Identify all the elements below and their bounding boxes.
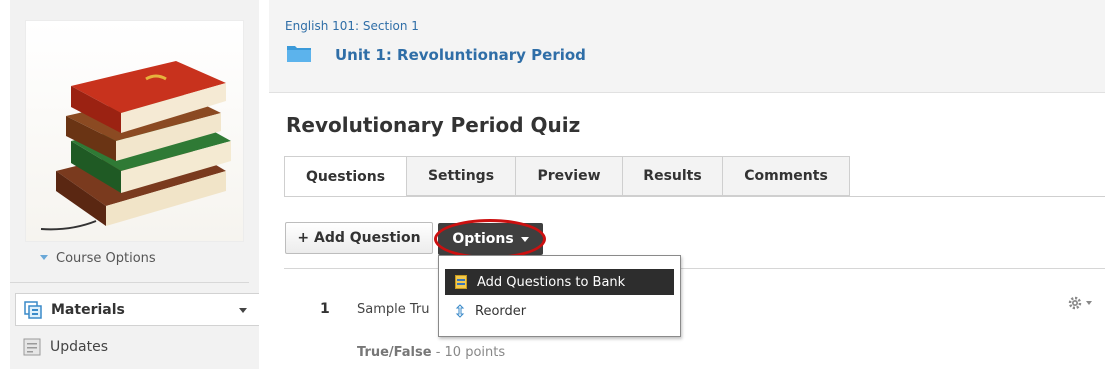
breadcrumb-course-link[interactable]: English 101: Section 1: [285, 19, 419, 33]
options-button[interactable]: Options: [438, 223, 543, 255]
tab-comments[interactable]: Comments: [723, 156, 850, 196]
question-actions-button[interactable]: [1067, 293, 1101, 313]
course-options-label: Course Options: [56, 251, 156, 266]
tab-bar: Questions Settings Preview Results Comme…: [284, 156, 850, 197]
tab-settings[interactable]: Settings: [407, 156, 516, 196]
list-divider: [284, 268, 1105, 269]
add-question-button[interactable]: + Add Question: [285, 222, 433, 254]
sidebar-item-label: Materials: [51, 301, 125, 318]
question-type: True/False: [357, 345, 432, 360]
question-title[interactable]: Sample Tru: [357, 302, 430, 317]
sidebar-item-materials[interactable]: Materials: [15, 293, 259, 326]
menu-item-label: Reorder: [475, 303, 527, 319]
course-options-link[interactable]: Course Options: [40, 251, 156, 266]
updates-icon: [23, 338, 41, 356]
question-points: - 10 points: [431, 345, 506, 360]
tab-preview[interactable]: Preview: [516, 156, 623, 196]
chevron-down-icon[interactable]: [239, 308, 247, 313]
options-button-label: Options: [452, 231, 514, 247]
page-title: Revolutionary Period Quiz: [286, 113, 581, 137]
reorder-icon: [455, 304, 465, 318]
tab-questions[interactable]: Questions: [284, 156, 407, 197]
menu-item-add-questions-to-bank[interactable]: Add Questions to Bank: [445, 269, 674, 295]
sidebar-item-label: Updates: [50, 339, 108, 355]
bank-icon: [455, 275, 467, 289]
sidebar-divider: [10, 282, 249, 283]
materials-icon: [24, 300, 42, 319]
chevron-down-icon: [1086, 301, 1092, 305]
chevron-down-icon: [520, 236, 529, 242]
menu-item-reorder[interactable]: Reorder: [445, 298, 674, 324]
course-cover-image: [25, 20, 244, 242]
books-illustration-icon: [40, 61, 231, 231]
menu-item-label: Add Questions to Bank: [477, 274, 626, 290]
breadcrumb-header: English 101: Section 1 Unit 1: Revolunti…: [269, 0, 1105, 93]
tab-results[interactable]: Results: [623, 156, 723, 196]
gear-icon: [1068, 296, 1082, 310]
tabs-underline: [284, 196, 1105, 197]
breadcrumb-unit-link[interactable]: Unit 1: Revoluntionary Period: [335, 46, 586, 64]
folder-icon: [287, 46, 311, 62]
question-meta: True/False - 10 points: [357, 345, 505, 360]
options-dropdown-menu: Add Questions to Bank Reorder: [438, 255, 681, 337]
question-number: 1: [320, 301, 330, 317]
sidebar-item-updates[interactable]: Updates: [15, 338, 108, 356]
triangle-down-icon: [40, 255, 48, 260]
